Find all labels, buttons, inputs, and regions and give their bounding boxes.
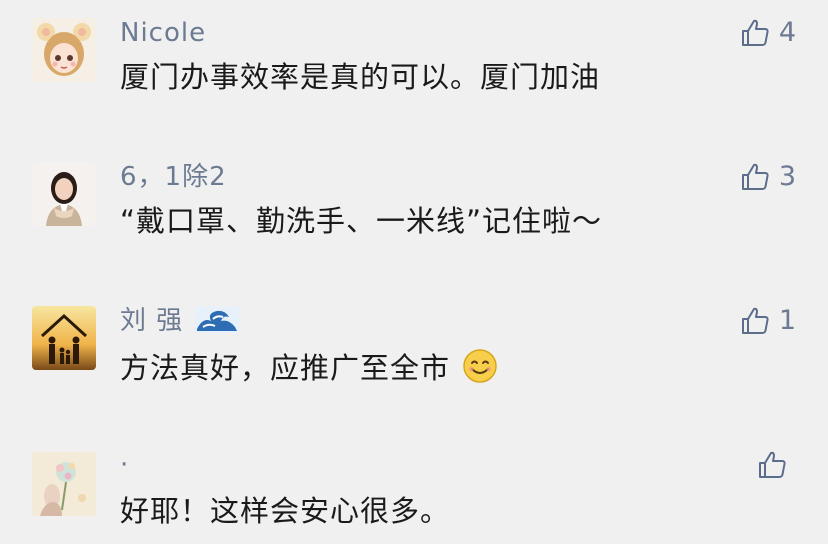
floral-illustration-avatar-icon <box>32 452 96 516</box>
like-button[interactable]: 3 <box>739 161 796 193</box>
woman-photo-avatar-icon <box>32 162 96 226</box>
comment-text: “戴口罩、勤洗手、一米线”记住啦～ <box>120 204 603 238</box>
family-sunset-avatar-icon <box>32 306 96 370</box>
comment-author[interactable]: 刘 强 <box>120 306 239 336</box>
comment-author[interactable]: 6，1除2 <box>120 162 227 192</box>
like-button[interactable] <box>756 449 796 481</box>
avatar[interactable] <box>32 306 96 370</box>
comment-author[interactable]: Nicole <box>120 18 206 48</box>
comment-text: 好耶！这样会安心很多。 <box>120 494 451 528</box>
comment-item: · 好耶！这样会安心很多。 <box>0 432 828 544</box>
like-button[interactable]: 1 <box>739 305 796 337</box>
comment-text-content: 方法真好，应推广至全市 <box>120 351 451 385</box>
thumbs-up-icon <box>741 19 769 46</box>
comment-author[interactable]: · <box>120 450 129 480</box>
like-count: 1 <box>778 305 796 336</box>
wave-emoji <box>194 307 239 333</box>
comment-list: Nicole 厦门办事效率是真的可以。厦门加油 4 6，1除2 “戴口罩、勤洗手… <box>0 0 828 544</box>
avatar[interactable] <box>32 18 96 82</box>
comment-text: 厦门办事效率是真的可以。厦门加油 <box>120 60 601 94</box>
like-button[interactable]: 4 <box>739 17 796 49</box>
avatar[interactable] <box>32 162 96 226</box>
comment-item: 6，1除2 “戴口罩、勤洗手、一米线”记住啦～ 3 <box>0 144 828 264</box>
thumbs-up-icon <box>741 307 769 334</box>
comment-item: Nicole 厦门办事效率是真的可以。厦门加油 4 <box>0 0 828 120</box>
comment-item: 刘 强 方法真好，应推广至全市 1 <box>0 288 828 408</box>
thumbs-up-icon <box>741 163 769 190</box>
girl-avatar-icon <box>32 18 96 82</box>
thumbs-up-icon <box>759 451 786 478</box>
like-count: 3 <box>778 161 796 192</box>
comment-text: 方法真好，应推广至全市 <box>120 348 498 385</box>
like-count: 4 <box>778 17 796 48</box>
avatar[interactable] <box>32 452 96 516</box>
smiling-face-emoji <box>463 349 497 383</box>
author-name: 刘 强 <box>120 306 184 336</box>
